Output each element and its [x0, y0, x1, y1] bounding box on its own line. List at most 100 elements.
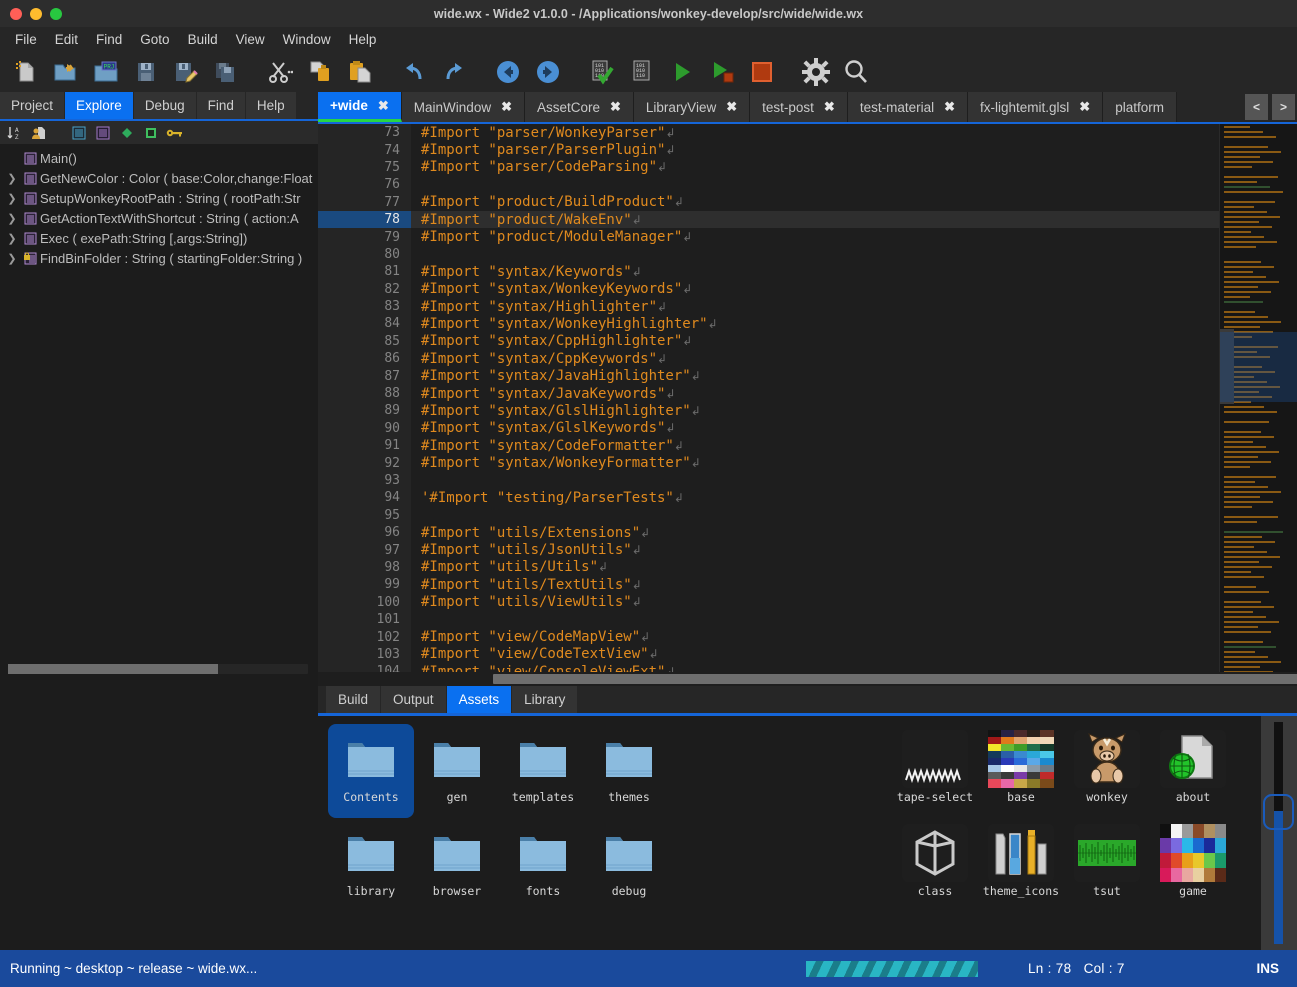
code-line[interactable]	[411, 507, 1219, 524]
code-line[interactable]: '#Import "testing/ParserTests"↲	[411, 489, 1219, 506]
tree-expander[interactable]: ❯	[4, 232, 20, 245]
tree-item-exec[interactable]: ❯ Exec ( exePath:String [,args:String])	[0, 228, 318, 248]
bottom-tab-assets[interactable]: Assets	[447, 686, 512, 713]
save-as-icon[interactable]	[166, 54, 206, 90]
bottom-tab-library[interactable]: Library	[512, 686, 577, 713]
list-blue-icon[interactable]	[68, 123, 90, 143]
check-build-icon[interactable]: 101010110	[582, 54, 622, 90]
tree-expander[interactable]: ❯	[4, 172, 20, 185]
close-icon[interactable]: ✖	[501, 99, 512, 115]
bottom-tab-build[interactable]: Build	[326, 686, 380, 713]
stop-icon[interactable]	[742, 54, 782, 90]
asset-folder-fonts[interactable]: fonts	[500, 818, 586, 912]
open-project-icon[interactable]: PRJ	[86, 54, 126, 90]
menu-help[interactable]: Help	[340, 30, 386, 49]
tab-scroll-next-button[interactable]: >	[1272, 94, 1295, 120]
asset-file-class[interactable]: class	[892, 818, 978, 912]
tree-item-findbinfolder[interactable]: ❯ FindBinFolder : String ( startingFolde…	[0, 248, 318, 268]
sort-alpha-icon[interactable]: AZ	[4, 123, 26, 143]
forward-icon[interactable]	[528, 54, 568, 90]
editor-tab-test-post[interactable]: test-post ✖	[750, 92, 848, 122]
paste-icon[interactable]	[340, 54, 380, 90]
menu-file[interactable]: File	[6, 30, 46, 49]
code-line[interactable]: #Import "syntax/CppKeywords"↲	[411, 350, 1219, 367]
close-icon[interactable]: ✖	[944, 99, 955, 115]
code-text[interactable]: #Import "parser/WonkeyParser"↲#Import "p…	[411, 124, 1219, 672]
tree-item-setupwonkeyrootpath[interactable]: ❯ SetupWonkeyRootPath : String ( rootPat…	[0, 188, 318, 208]
code-line[interactable]: #Import "view/CodeMapView"↲	[411, 628, 1219, 645]
code-line[interactable]: #Import "syntax/JavaKeywords"↲	[411, 385, 1219, 402]
editor-tab-libraryview[interactable]: LibraryView ✖	[634, 92, 750, 122]
redo-icon[interactable]	[434, 54, 474, 90]
code-line[interactable]: #Import "utils/JsonUtils"↲	[411, 541, 1219, 558]
sidebar-tab-project[interactable]: Project	[0, 92, 64, 119]
search-icon[interactable]	[836, 54, 876, 90]
code-line[interactable]: #Import "syntax/WonkeyHighlighter"↲	[411, 315, 1219, 332]
close-icon[interactable]: ✖	[824, 99, 835, 115]
asset-folder-templates[interactable]: templates	[500, 724, 586, 818]
code-line[interactable]: #Import "syntax/CppHighlighter"↲	[411, 333, 1219, 350]
close-window-button[interactable]	[10, 8, 22, 20]
undo-icon[interactable]	[394, 54, 434, 90]
window-controls[interactable]	[0, 8, 62, 20]
bottom-tab-output[interactable]: Output	[381, 686, 446, 713]
code-minimap[interactable]	[1219, 124, 1297, 672]
code-line[interactable]	[411, 176, 1219, 193]
close-icon[interactable]: ✖	[378, 98, 389, 114]
code-line[interactable]: #Import "parser/ParserPlugin"↲	[411, 141, 1219, 158]
code-line[interactable]	[411, 611, 1219, 628]
tree-item-main[interactable]: Main()	[0, 148, 318, 168]
asset-folder-gen[interactable]: gen	[414, 724, 500, 818]
assets-browser[interactable]: Contents gen templates themes library br…	[318, 716, 1297, 950]
close-icon[interactable]: ✖	[726, 99, 737, 115]
code-line[interactable]: #Import "syntax/GlslHighlighter"↲	[411, 402, 1219, 419]
asset-folder-contents[interactable]: Contents	[328, 724, 414, 818]
code-line[interactable]: #Import "syntax/WonkeyKeywords"↲	[411, 281, 1219, 298]
run-icon[interactable]	[662, 54, 702, 90]
code-line[interactable]: #Import "syntax/WonkeyFormatter"↲	[411, 454, 1219, 471]
code-line[interactable]: #Import "syntax/CodeFormatter"↲	[411, 437, 1219, 454]
code-line[interactable]: #Import "view/CodeTextView"↲	[411, 646, 1219, 663]
editor-tab-test-material[interactable]: test-material ✖	[848, 92, 968, 122]
list-purple-icon[interactable]	[92, 123, 114, 143]
square-green-icon[interactable]	[140, 123, 162, 143]
code-line[interactable]: #Import "syntax/JavaHighlighter"↲	[411, 367, 1219, 384]
asset-folder-debug[interactable]: debug	[586, 818, 672, 912]
code-scroll-area[interactable]: 7374757677787980818283848586878889909192…	[318, 124, 1219, 672]
asset-file-about[interactable]: about	[1150, 724, 1236, 818]
code-editor[interactable]: 7374757677787980818283848586878889909192…	[318, 124, 1297, 672]
editor-tab-assetcore[interactable]: AssetCore ✖	[525, 92, 634, 122]
asset-folder-library[interactable]: library	[328, 818, 414, 912]
sidebar-tab-debug[interactable]: Debug	[134, 92, 196, 119]
editor-tab-mainwindow[interactable]: MainWindow ✖	[402, 92, 525, 122]
debug-icon[interactable]	[702, 54, 742, 90]
code-line[interactable]: #Import "syntax/GlslKeywords"↲	[411, 420, 1219, 437]
code-line[interactable]: #Import "utils/Utils"↲	[411, 559, 1219, 576]
asset-file-theme-icons[interactable]: theme_icons	[978, 818, 1064, 912]
code-line[interactable]: #Import "parser/CodeParsing"↲	[411, 159, 1219, 176]
close-icon[interactable]: ✖	[610, 99, 621, 115]
code-line[interactable]	[411, 472, 1219, 489]
asset-file-wonkey[interactable]: wonkey	[1064, 724, 1150, 818]
tree-item-getnewcolor[interactable]: ❯ GetNewColor : Color ( base:Color,chang…	[0, 168, 318, 188]
cut-icon[interactable]	[260, 54, 300, 90]
scrollbar-grip[interactable]	[1263, 794, 1294, 830]
code-line[interactable]: #Import "product/WakeEnv"↲	[411, 211, 1219, 228]
code-line[interactable]: #Import "utils/ViewUtils"↲	[411, 594, 1219, 611]
code-line[interactable]: #Import "product/ModuleManager"↲	[411, 228, 1219, 245]
asset-file-game[interactable]: game	[1150, 818, 1236, 912]
save-icon[interactable]	[126, 54, 166, 90]
code-line[interactable]: #Import "syntax/Highlighter"↲	[411, 298, 1219, 315]
asset-folder-themes[interactable]: themes	[586, 724, 672, 818]
code-line[interactable]: #Import "view/ConsoleViewExt"↲	[411, 663, 1219, 672]
open-folder-icon[interactable]	[46, 54, 86, 90]
editor-tab-wide[interactable]: +wide ✖	[318, 92, 402, 122]
symbol-tree[interactable]: Main() ❯ GetNewColor : Color ( base:Colo…	[0, 144, 318, 686]
asset-file-tsut[interactable]: tsut	[1064, 818, 1150, 912]
close-icon[interactable]: ✖	[1079, 99, 1090, 115]
menu-window[interactable]: Window	[274, 30, 340, 49]
save-all-icon[interactable]	[206, 54, 246, 90]
copy-icon[interactable]	[300, 54, 340, 90]
tree-expander[interactable]	[4, 152, 20, 164]
asset-file-base[interactable]: base	[978, 724, 1064, 818]
